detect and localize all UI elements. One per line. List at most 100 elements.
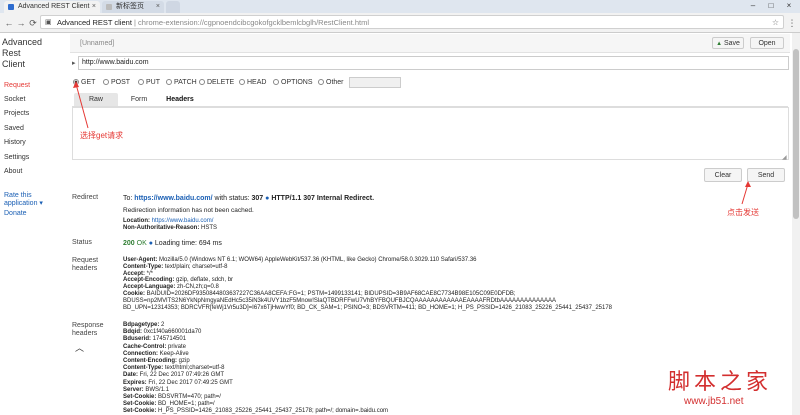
header-value: Keep-Alive <box>158 350 189 357</box>
save-label: Save <box>723 40 740 47</box>
header-value: */* <box>145 270 154 277</box>
header-row: Expires: Fri, 22 Dec 2017 07:49:25 GMT <box>123 380 233 387</box>
header-row: Connection: Keep-Alive <box>123 351 189 358</box>
request-name-field[interactable]: [Unnamed] <box>80 40 114 47</box>
header-row: Content-Encoding: gzip <box>123 358 190 365</box>
expand-url-icon[interactable]: ▸ <box>72 59 76 67</box>
header-row: Server: BWS/1.1 <box>123 387 169 394</box>
method-label: POST <box>111 79 131 86</box>
radio-icon <box>318 79 324 85</box>
browser-tab-active[interactable]: Advanced REST Client × <box>4 1 100 13</box>
headers-textarea[interactable] <box>72 107 789 160</box>
info-icon[interactable]: ● <box>149 240 153 247</box>
scrollbar-thumb[interactable] <box>793 49 799 219</box>
address-path: chrome-extension://cgpnoendcibcgokofgckl… <box>138 18 369 27</box>
method-label: PUT <box>146 79 160 86</box>
sidebar-item-saved[interactable]: Saved <box>4 125 24 132</box>
method-other-radio[interactable]: Other <box>318 79 344 86</box>
info-icon[interactable]: ● <box>265 195 269 202</box>
header-value: Mozilla/5.0 (Windows NT 6.1; WOW64) Appl… <box>157 257 477 263</box>
header-key: Bdqid: <box>123 329 142 336</box>
redirect-status: HTTP/1.1 307 Internal Redirect. <box>271 195 375 202</box>
forward-icon[interactable]: → <box>15 17 27 29</box>
header-key: Expires: <box>123 379 147 386</box>
back-icon[interactable]: ← <box>3 17 15 29</box>
page-scrollbar[interactable] <box>792 33 800 415</box>
location-value[interactable]: https://www.baidu.com/ <box>152 218 214 224</box>
method-patch-radio[interactable]: PATCH <box>166 79 197 86</box>
annotation-arrow-send <box>741 181 751 205</box>
nonauth-row: Non-Authoritative-Reason: HSTS <box>123 225 217 232</box>
menu-icon[interactable]: ⋮ <box>786 17 798 29</box>
close-tab-icon[interactable]: × <box>156 1 160 13</box>
rate-app-link[interactable]: Rate this application ▾ <box>4 192 43 207</box>
method-options-radio[interactable]: OPTIONS <box>273 79 313 86</box>
method-label: DELETE <box>207 79 235 86</box>
sidebar-item-about[interactable]: About <box>4 168 22 175</box>
annotation-get-text: 选择get请求 <box>80 131 124 140</box>
header-key: Accept: <box>123 270 146 277</box>
redirect-with-text: with status: <box>214 195 250 202</box>
bookmark-star-icon[interactable]: ☆ <box>772 16 779 29</box>
rate-line1: Rate this <box>4 192 32 199</box>
open-button[interactable]: Open <box>750 37 784 49</box>
tab-form[interactable]: Form <box>120 93 158 106</box>
resize-handle-icon[interactable]: ◢ <box>782 154 787 161</box>
request-headers-label-line2: headers <box>72 265 98 272</box>
header-value: BD_UPN=12314353; BDRCVFR[feWj1Vr5u3D]=I6… <box>123 304 613 311</box>
redirect-to-prefix: To: <box>123 195 133 202</box>
browser-tab-strip: Advanced REST Client × 新标签页 × – □ × <box>0 0 800 13</box>
header-value: H_PS_PSSID=1426_21083_25226_25441_25437_… <box>156 408 389 415</box>
maximize-window-icon[interactable]: □ <box>762 0 780 11</box>
radio-icon <box>273 79 279 85</box>
minimize-window-icon[interactable]: – <box>744 0 762 11</box>
watermark-brand: 脚本之家 <box>668 370 773 395</box>
header-key: Set-Cookie: <box>123 401 157 408</box>
request-headers-label: Request headers <box>72 257 98 273</box>
browser-tab-newtab[interactable]: 新标签页 × <box>102 1 164 13</box>
radio-icon <box>239 79 245 85</box>
header-value: BAIDUID=2026DF9350844803637227C36AA8CEFA… <box>145 291 516 297</box>
location-key: Location: <box>123 218 150 224</box>
sidebar-item-history[interactable]: History <box>4 139 26 146</box>
save-button[interactable]: ▲ Save <box>712 37 744 49</box>
method-label: HEAD <box>247 79 267 86</box>
header-key: Content-Type: <box>123 263 164 270</box>
sidebar-item-socket[interactable]: Socket <box>4 96 25 103</box>
reload-icon[interactable]: ⟳ <box>27 17 39 29</box>
extension-page-icon: ▣ <box>45 19 52 26</box>
method-delete-radio[interactable]: DELETE <box>199 79 234 86</box>
header-key: User-Agent: <box>123 257 158 263</box>
header-row: Cache-Control: private <box>123 344 186 351</box>
redirect-label: Redirect <box>72 194 99 201</box>
header-key: Date: <box>123 372 139 379</box>
rate-line2: application ▾ <box>4 200 43 207</box>
address-bar[interactable]: ▣ Advanced REST client | chrome-extensio… <box>40 15 784 29</box>
header-value: 0xc1f40a660001da70 <box>142 329 202 336</box>
method-put-radio[interactable]: PUT <box>138 79 160 86</box>
tab-headers[interactable]: Headers <box>160 93 200 106</box>
header-key: Accept-Encoding: <box>123 277 175 284</box>
close-window-icon[interactable]: × <box>780 0 798 11</box>
browser-tab-title: 新标签页 <box>116 3 144 10</box>
method-head-radio[interactable]: HEAD <box>239 79 266 86</box>
close-tab-icon[interactable]: × <box>92 1 96 13</box>
collapse-chevron-icon[interactable]: ︿ <box>75 341 84 354</box>
other-method-input[interactable] <box>349 77 401 88</box>
header-value: gzip <box>177 358 190 364</box>
method-label: OPTIONS <box>281 79 313 86</box>
header-key: Accept-Language: <box>123 284 176 291</box>
url-input[interactable]: http://www.baidu.com <box>78 56 789 70</box>
redirect-url-link[interactable]: https://www.baidu.com/ <box>134 195 212 202</box>
response-headers-label: Response headers <box>72 322 104 338</box>
header-value: zh-CN,zh;q=0.8 <box>175 284 219 291</box>
header-key: Bdpagetype: <box>123 322 160 328</box>
address-host: Advanced REST client <box>57 18 132 27</box>
sidebar-item-request[interactable]: Request <box>4 82 30 89</box>
sidebar-item-settings[interactable]: Settings <box>4 154 29 161</box>
sidebar-item-projects[interactable]: Projects <box>4 110 29 117</box>
donate-link[interactable]: Donate <box>4 210 27 217</box>
header-key: Cache-Control: <box>123 343 167 350</box>
new-tab-button[interactable] <box>166 1 180 13</box>
watermark-url: www.jb51.net <box>684 396 744 407</box>
